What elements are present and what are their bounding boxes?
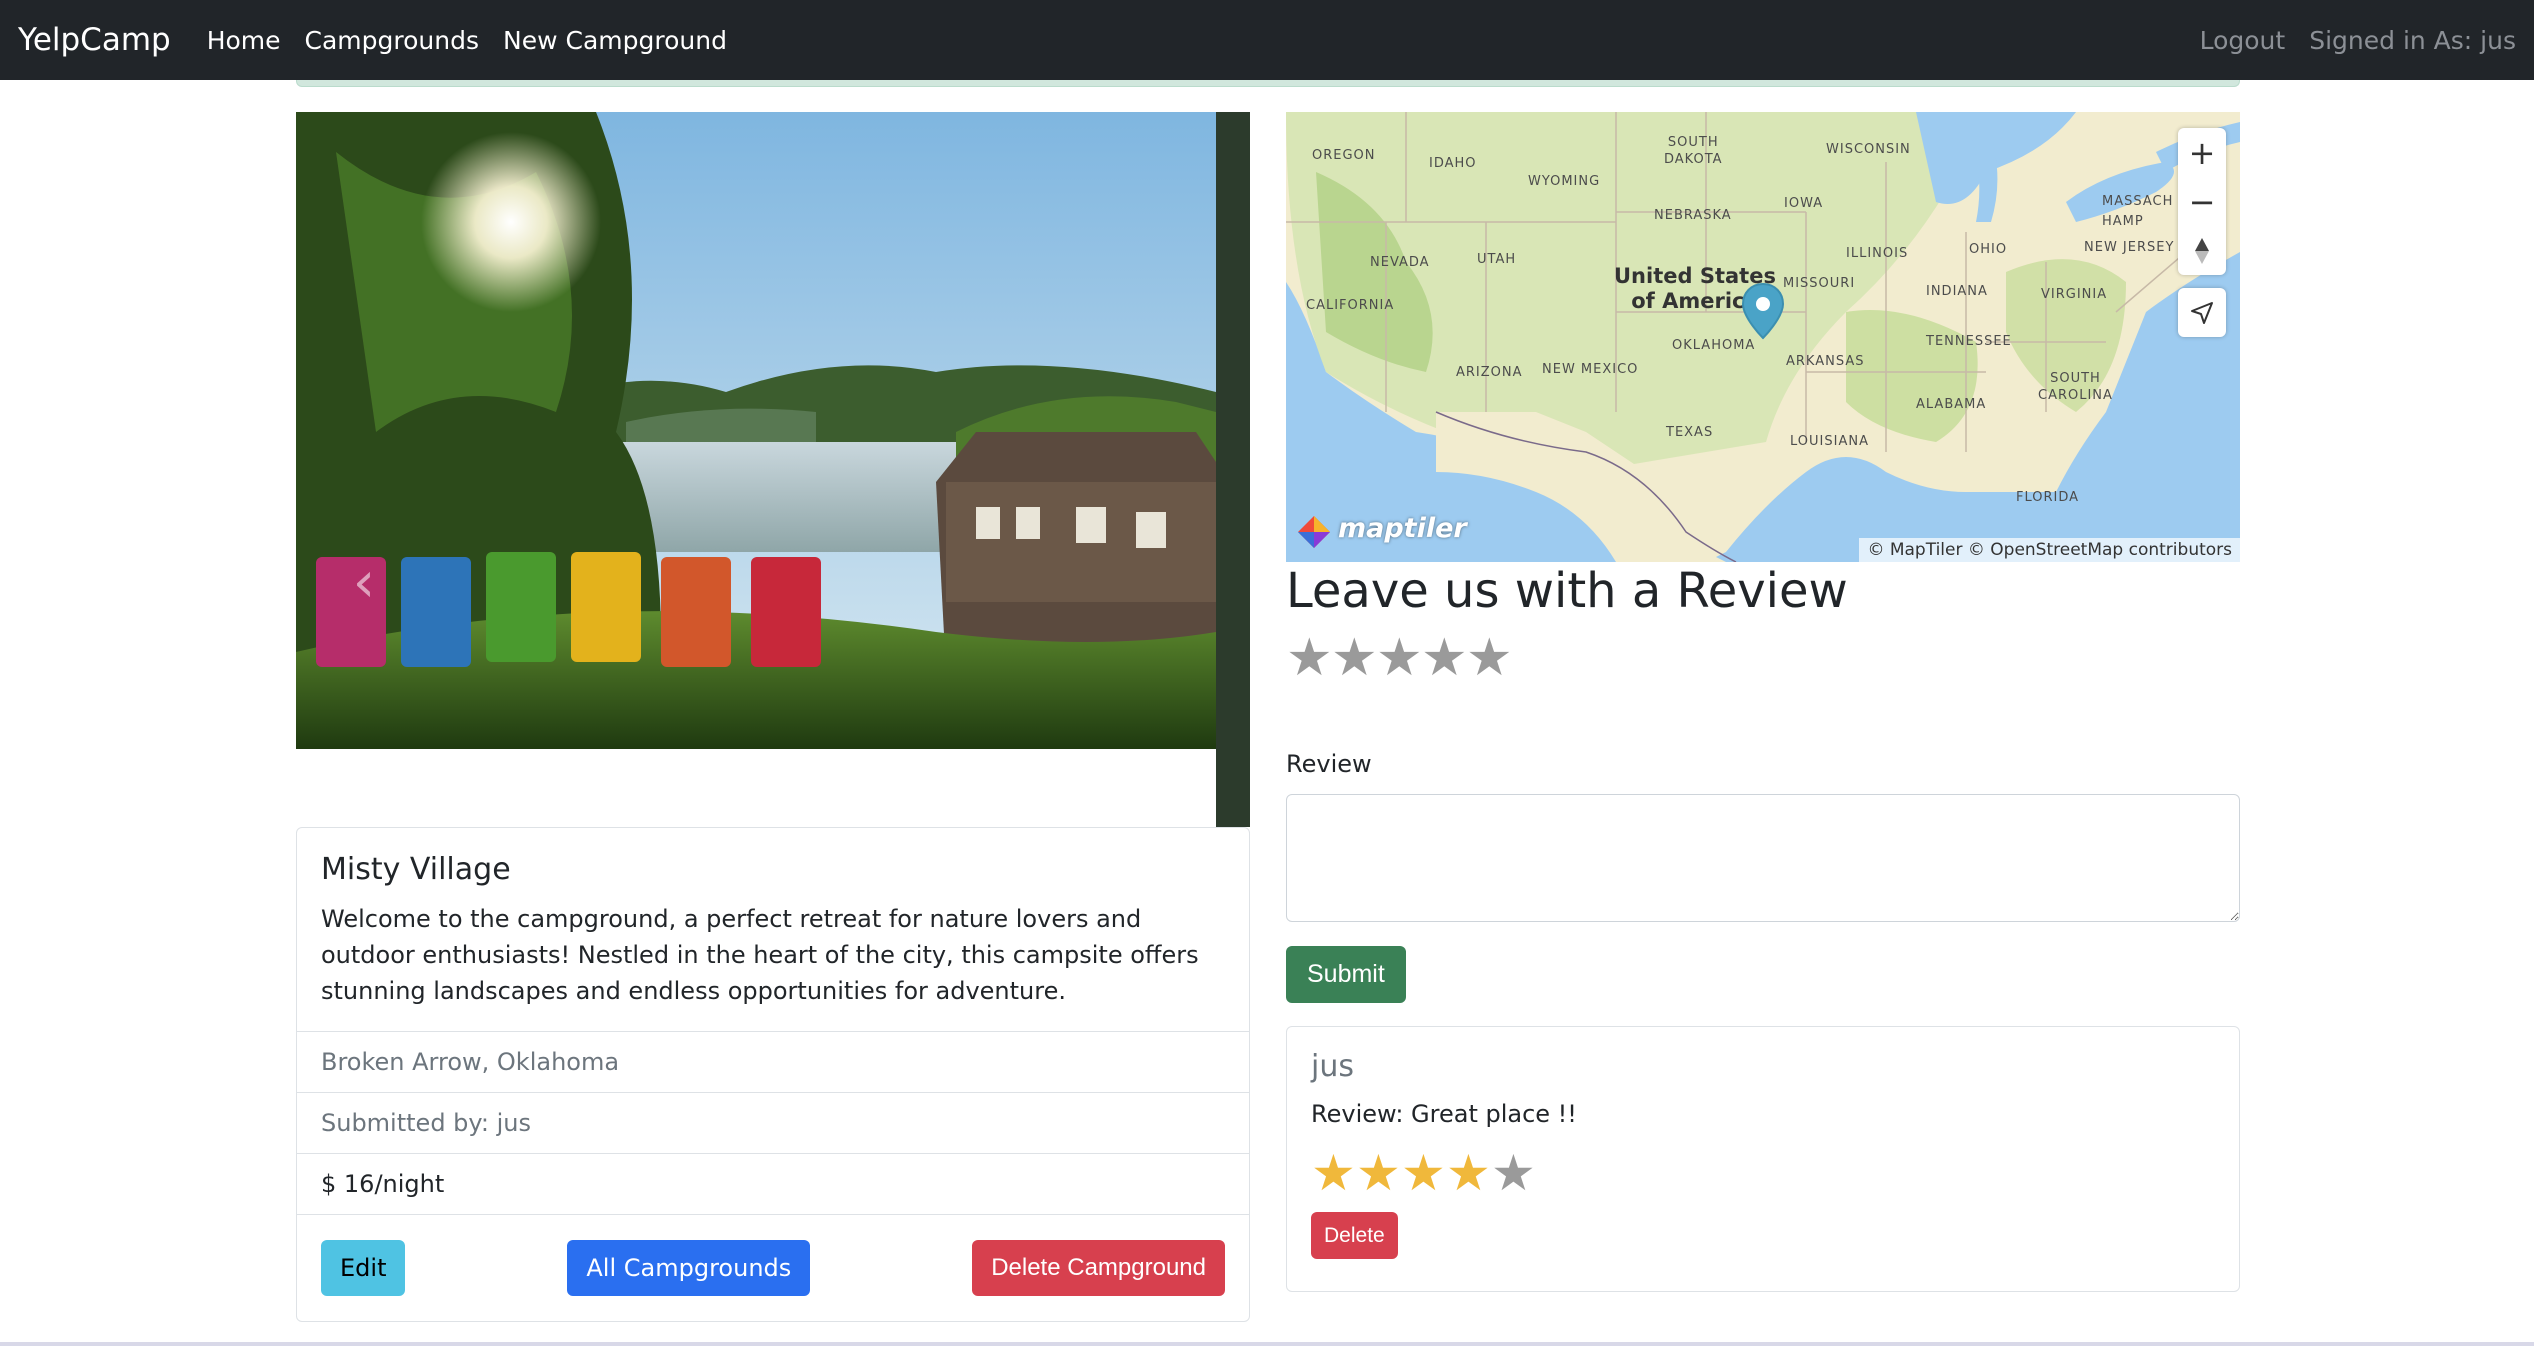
star-icon: ★ (1491, 1144, 1536, 1202)
map-state-label: OREGON (1312, 148, 1376, 163)
maptiler-logo-icon (1298, 516, 1330, 548)
map-state-label: NEW MEXICO (1542, 362, 1639, 377)
map-state-label: ALABAMA (1916, 397, 1987, 412)
map-state-label: NEVADA (1370, 255, 1430, 270)
review-rating: ★ ★ ★ ★ ★ (1311, 1148, 2215, 1198)
map-state-label: IDAHO (1429, 156, 1477, 171)
map-zoom-controls: + − (2178, 128, 2226, 275)
flash-alert (296, 80, 2240, 87)
map-attribution[interactable]: © MapTiler © OpenStreetMap contributors (1859, 538, 2240, 562)
campground-card: Misty Village Welcome to the campground,… (296, 827, 1250, 1322)
zoom-in-button[interactable]: + (2178, 128, 2226, 177)
nav-campgrounds-link[interactable]: Campgrounds (305, 26, 479, 55)
delete-campground-button[interactable]: Delete Campground (972, 1240, 1225, 1296)
rating-input: ★ ★ ★ ★ ★ (1286, 632, 1513, 684)
star-icon: ★ (1356, 1144, 1401, 1202)
all-campgrounds-button[interactable]: All Campgrounds (567, 1240, 811, 1296)
map-state-label: INDIANA (1926, 284, 1988, 299)
map-state-label: FLORIDA (2016, 490, 2080, 505)
review-card: jus Review: Great place !! ★ ★ ★ ★ ★ Del… (1286, 1026, 2240, 1292)
map-state-label: MASSACH (2102, 194, 2174, 209)
map-state-label: UTAH (1477, 252, 1517, 267)
map-geolocate-control (2178, 288, 2226, 337)
campground-carousel[interactable]: ‹ (296, 112, 1250, 827)
page-bottom-border (0, 1342, 2534, 1346)
map-state-label: ILLINOIS (1846, 246, 1909, 261)
campground-price: $ 16/night (297, 1154, 1249, 1215)
map-state-label: WISCONSIN (1826, 142, 1911, 157)
review-textarea[interactable] (1286, 794, 2240, 922)
map-state-label: SOUTH DAKOTA (1664, 135, 1723, 167)
map-state-label: OHIO (1969, 242, 2008, 257)
nav-right: Logout Signed in As: jus (2176, 26, 2516, 55)
logout-link[interactable]: Logout (2200, 26, 2286, 55)
map-state-label: NEBRASKA (1654, 208, 1732, 223)
nav-home-link[interactable]: Home (207, 26, 281, 55)
map-state-label: SOUTH CAROLINA (2038, 371, 2113, 403)
map-marker-icon[interactable] (1741, 282, 1785, 342)
nav-new-campground-link[interactable]: New Campground (503, 26, 727, 55)
rating-star-icon[interactable]: ★ (1331, 632, 1378, 684)
map-state-label: ARKANSAS (1786, 354, 1865, 369)
map-state-label: TENNESSEE (1926, 334, 2012, 349)
review-label: Review (1286, 750, 1372, 778)
navbar: YelpCamp Home Campgrounds New Campground… (0, 0, 2534, 80)
campground-description: Welcome to the campground, a perfect ret… (321, 905, 1199, 1005)
campground-photo (296, 112, 1250, 827)
map-state-label: VIRGINIA (2041, 287, 2108, 302)
campground-card-footer: Edit All Campgrounds Delete Campground (297, 1215, 1249, 1321)
map-state-label: LOUISIANA (1790, 434, 1869, 449)
geolocate-icon[interactable] (2178, 288, 2226, 337)
map-state-label: NEW JERSEY (2084, 240, 2175, 255)
map-state-label: ARIZONA (1456, 365, 1523, 380)
rating-star-icon[interactable]: ★ (1421, 632, 1468, 684)
star-icon: ★ (1311, 1144, 1356, 1202)
campground-location: Broken Arrow, Oklahoma (297, 1032, 1249, 1093)
campground-card-body: Misty Village Welcome to the campground,… (297, 828, 1249, 1032)
brand-link[interactable]: YelpCamp (18, 22, 171, 58)
maptiler-logo[interactable]: maptiler (1338, 513, 1467, 544)
zoom-out-button[interactable]: − (2178, 177, 2226, 226)
carousel-prev-icon[interactable]: ‹ (336, 542, 392, 622)
star-icon: ★ (1401, 1144, 1446, 1202)
map-state-label: HAMP (2102, 214, 2144, 229)
map-state-label: TEXAS (1666, 425, 1714, 440)
rating-star-icon[interactable]: ★ (1286, 632, 1333, 684)
map-state-label: MISSOURI (1783, 276, 1856, 291)
compass-icon[interactable] (2178, 226, 2226, 275)
rating-star-icon[interactable]: ★ (1466, 632, 1513, 684)
review-form-title: Leave us with a Review (1286, 563, 1848, 619)
map-state-label: CALIFORNIA (1306, 298, 1395, 313)
map-state-label: IOWA (1784, 196, 1824, 211)
submit-review-button[interactable]: Submit (1286, 946, 1406, 1003)
signed-in-text: Signed in As: jus (2309, 25, 2516, 55)
edit-button[interactable]: Edit (321, 1240, 406, 1296)
delete-review-button[interactable]: Delete (1311, 1212, 1398, 1259)
map-state-label: WYOMING (1528, 174, 1601, 189)
campground-map[interactable]: OREGON IDAHO WYOMING SOUTH DAKOTA NEBRAS… (1286, 112, 2240, 562)
campground-author: Submitted by: jus (297, 1093, 1249, 1154)
rating-star-icon[interactable]: ★ (1376, 632, 1423, 684)
star-icon: ★ (1446, 1144, 1491, 1202)
review-author: jus (1311, 1049, 1354, 1084)
campground-title: Misty Village (321, 852, 511, 887)
review-text: Review: Great place !! (1311, 1100, 1577, 1128)
